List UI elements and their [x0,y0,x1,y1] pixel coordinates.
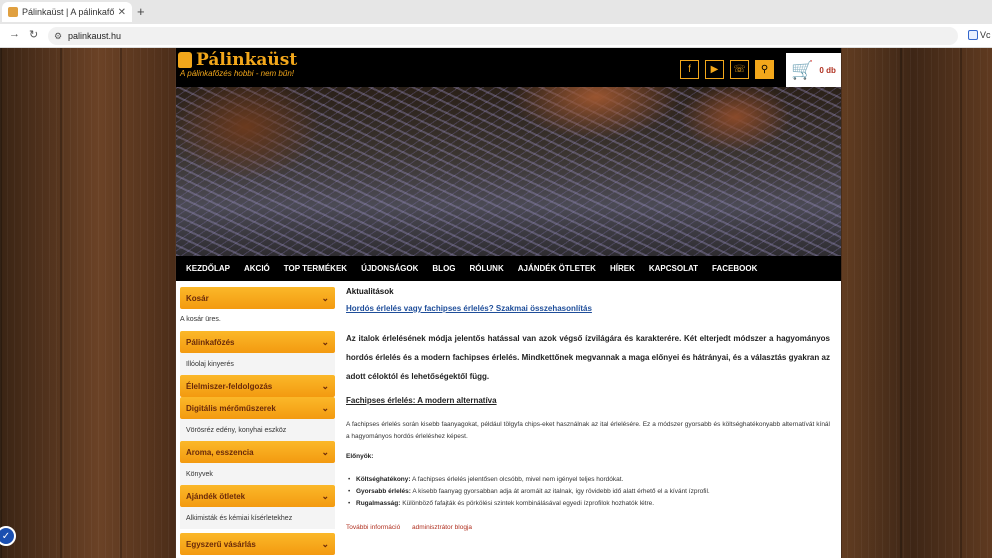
pros-list: Költséghatékony: A fachipses érlelés jel… [346,474,830,510]
sidebar-item-vorosrez[interactable]: Vörösréz edény, konyhai eszköz [180,419,335,441]
chevron-down-icon: ⌄ [321,336,329,347]
category-label: Élelmiszer-feldolgozás [186,381,273,391]
menu-item-facebook[interactable]: FACEBOOK [712,264,757,273]
list-item: Költséghatékony: A fachipses érlelés jel… [346,474,830,486]
url-field[interactable]: ⚙ palinkaust.hu [48,27,958,45]
brand-name: Pálinkaüst [196,50,298,70]
category-label: Digitális mérőműszerek [186,403,276,413]
post-intro: Az italok érlelésének módja jelentős hat… [346,334,830,381]
post-paragraph: A fachipses érlelés során kisebb faanyag… [346,421,830,440]
chevron-down-icon: ⌄ [321,402,329,413]
menu-item-sale[interactable]: AKCIÓ [244,264,270,273]
site-info-icon[interactable]: ⚙ [54,31,62,42]
sidebar-cart-header[interactable]: Kosár ⌄ [180,287,335,309]
pro-label: Költséghatékony: [356,476,411,483]
category-label: Egyszerű vásárlás [186,539,256,549]
menu-item-news[interactable]: HÍREK [610,264,635,273]
pros-title: Előnyök: [346,453,374,460]
sidebar-category-egyszeru[interactable]: Egyszerű vásárlás ⌄ [180,533,335,555]
sidebar-category-ajandek[interactable]: Ajándék ötletek ⌄ [180,485,335,507]
tab-close-icon[interactable]: ✕ [118,7,126,18]
reload-icon[interactable]: ↻ [29,28,38,41]
main-article: Aktualitások Hordós érlelés vagy fachips… [346,287,830,531]
cart-count: 0 db [819,65,836,75]
cart-icon: 🛒 [791,59,814,80]
site-logo[interactable]: Pálinkaüst A pálinkafőzés hobbi - nem bű… [178,50,297,78]
pro-label: Gyorsabb érlelés: [356,488,411,495]
post-title-link[interactable]: Hordós érlelés vagy fachipses érlelés? S… [346,304,830,313]
category-label: Pálinkafőzés [186,337,235,347]
chevron-down-icon: ⌄ [321,490,329,501]
chevron-down-icon: ⌄ [321,292,329,303]
site-favicon-icon [8,7,18,17]
sidebar: Kosár ⌄ A kosár üres. Pálinkafőzés ⌄ Illóo… [180,287,335,555]
sidebar-item-konyvek[interactable]: Könyvek [180,463,335,485]
address-bar: → ↻ ⚙ palinkaust.hu Vc [0,24,992,48]
chevron-down-icon: ⌄ [321,538,329,549]
extension-button[interactable]: Vc [968,30,991,40]
menu-item-new[interactable]: ÚJDONSÁGOK [361,264,418,273]
chevron-down-icon: ⌄ [321,380,329,391]
brand-tagline: A pálinkafőzés hobbi - nem bűn! [180,69,294,78]
pro-label: Rugalmasság: [356,500,401,507]
extension-label: Vc [980,30,991,40]
page-content: Kosár ⌄ A kosár üres. Pálinkafőzés ⌄ Illóo… [176,281,841,558]
menu-item-top-products[interactable]: TOP TERMÉKEK [284,264,347,273]
site-container: Pálinkaüst A pálinkafőzés hobbi - nem bű… [176,48,841,558]
tab-title: Pálinkaüst | A pálinkafőzés h [22,7,114,17]
menu-item-blog[interactable]: BLOG [432,264,455,273]
youtube-icon[interactable]: ▶ [705,60,724,79]
menu-item-contact[interactable]: KAPCSOLAT [649,264,698,273]
sidebar-cart-title: Kosár [186,293,209,303]
list-item: Gyorsabb érlelés: A kisebb faanyag gyors… [346,486,830,498]
pro-text: A kisebb faanyag gyorsabban adja át arom… [410,488,710,495]
section-title: Aktualitások [346,287,394,296]
site-header: Pálinkaüst A pálinkafőzés hobbi - nem bű… [176,48,841,87]
author-blog-link[interactable]: adminisztrátor blogja [412,524,472,531]
cart-empty-text: A kosár üres. [180,316,221,323]
menu-item-about[interactable]: RÓLUNK [470,264,504,273]
sidebar-item-alkimistak[interactable]: Alkimisták és kémiai kísérletekhez [180,507,335,529]
sidebar-category-palinkafozes[interactable]: Pálinkafőzés ⌄ [180,331,335,353]
search-icon[interactable]: ⚲ [755,60,774,79]
url-text: palinkaust.hu [68,31,122,41]
menu-item-home[interactable]: KEZDŐLAP [186,264,230,273]
sidebar-category-digitalis[interactable]: Digitális mérőműszerek ⌄ [180,397,335,419]
chevron-down-icon: ⌄ [321,446,329,457]
post-links: További információ adminisztrátor blogja [346,524,830,531]
cart-button[interactable]: 🛒 0 db [786,53,841,87]
category-label: Aroma, esszencia [186,447,254,457]
sidebar-item-illoolaj[interactable]: Illóolaj kinyerés [180,353,335,375]
sidebar-category-aroma[interactable]: Aroma, esszencia ⌄ [180,441,335,463]
extension-icon [968,30,978,40]
facebook-icon[interactable]: f [680,60,699,79]
more-info-link[interactable]: További információ [346,524,400,531]
sidebar-category-elelmiszer[interactable]: Élelmiszer-feldolgozás ⌄ [180,375,335,397]
browser-tab-bar: Pálinkaüst | A pálinkafőzés h ✕ + [0,0,992,24]
bottle-icon [178,52,192,68]
subsection-title: Fachipses érlelés: A modern alternatíva [346,396,497,405]
pro-text: A fachipses érlelés jelentősen olcsóbb, … [410,476,624,483]
category-label: Ajándék ötletek [186,491,246,501]
pro-text: Különböző fafajták és pörkölési szintek … [400,500,655,507]
menu-item-gift-ideas[interactable]: AJÁNDÉK ÖTLETEK [518,264,596,273]
new-tab-button[interactable]: + [137,4,145,19]
forward-icon[interactable]: → [9,28,20,40]
main-menu: KEZDŐLAP AKCIÓ TOP TERMÉKEK ÚJDONSÁGOK B… [176,256,841,281]
hero-banner-image [176,87,841,256]
browser-tab[interactable]: Pálinkaüst | A pálinkafőzés h ✕ [2,2,132,22]
phone-icon[interactable]: ☏ [730,60,749,79]
list-item: Rugalmasság: Különböző fafajták és pörkö… [346,498,830,510]
